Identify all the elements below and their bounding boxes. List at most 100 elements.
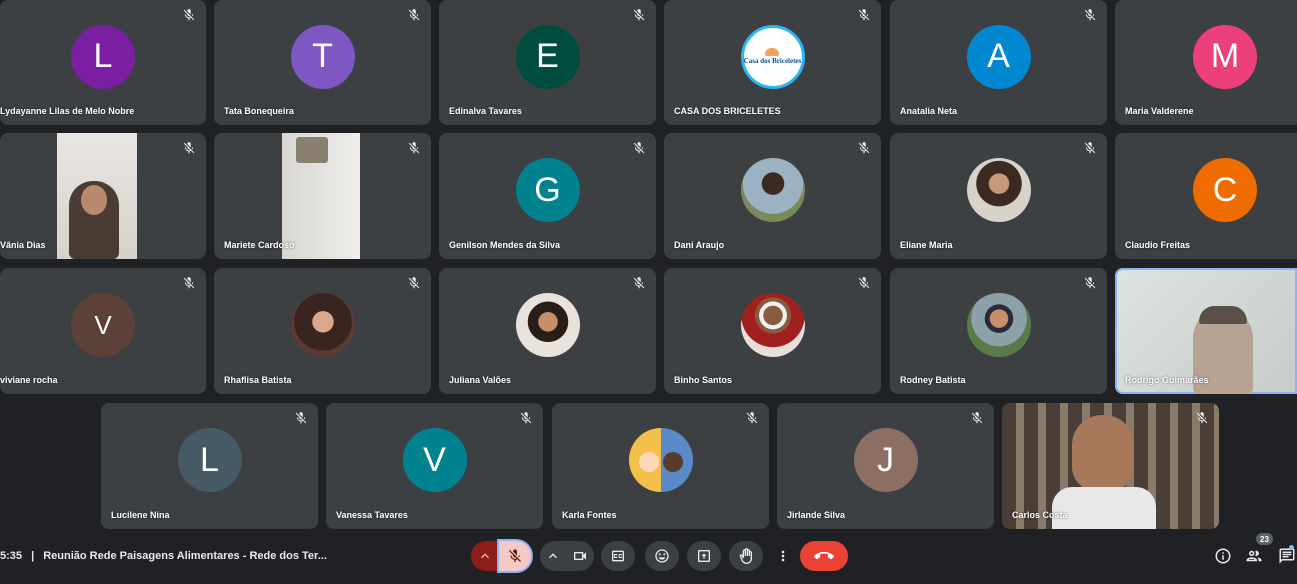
mic-off-icon xyxy=(183,142,195,154)
participant-name: Lydayanne Lilas de Melo Nobre xyxy=(0,106,135,116)
people-count-badge: 23 xyxy=(1256,533,1273,545)
meeting-info: 5:35 | Reunião Rede Paisagens Alimentare… xyxy=(0,550,327,562)
mic-off-icon xyxy=(858,142,870,154)
mic-off-icon xyxy=(1084,9,1096,21)
participant-name: Rhaflisa Batista xyxy=(224,375,292,385)
participant-photo xyxy=(966,158,1031,222)
participant-avatar: L xyxy=(71,24,135,89)
mic-off-icon xyxy=(408,277,420,289)
meeting-separator: | xyxy=(31,550,35,562)
video-camera-icon xyxy=(574,552,586,560)
participant-photo xyxy=(290,293,355,357)
participant-tile[interactable]: A Anatalia Neta xyxy=(890,0,1107,125)
participant-name: Maria Valderene xyxy=(1125,106,1194,116)
mic-off-icon xyxy=(295,412,307,424)
chevron-up-icon xyxy=(549,553,557,559)
raise-hand-button[interactable] xyxy=(729,541,763,571)
mic-off-icon xyxy=(509,549,521,562)
closed-captions-icon xyxy=(612,550,624,562)
reactions-button[interactable] xyxy=(645,541,679,571)
participant-tile[interactable]: Rhaflisa Batista xyxy=(214,268,431,394)
captions-button[interactable] xyxy=(601,541,635,571)
chat-notification-dot xyxy=(1289,545,1294,550)
participant-name: Rodney Batista xyxy=(900,375,966,385)
participant-photo xyxy=(740,158,805,222)
chat-button[interactable] xyxy=(1277,546,1297,566)
present-screen-icon xyxy=(698,550,710,562)
participant-tile[interactable]: Vânia Dias xyxy=(0,133,206,259)
participant-tile[interactable]: Binho Santos xyxy=(664,268,881,394)
participant-name: Dani Araujo xyxy=(674,240,725,250)
participant-photo xyxy=(515,293,580,357)
participant-name: Anatalia Neta xyxy=(900,106,958,116)
participant-tile[interactable]: V viviane rocha xyxy=(0,268,206,394)
mic-off-icon xyxy=(1196,412,1208,424)
participant-tile[interactable]: Casa dos Briceletes CASA DOS BRICELETES xyxy=(664,0,881,125)
camera-toggle-button[interactable] xyxy=(566,541,594,571)
participant-tile[interactable]: Mariete Cardoso xyxy=(214,133,431,259)
participant-tile[interactable]: G Genilson Mendes da Silva xyxy=(439,133,656,259)
participant-name: Juliana Valões xyxy=(449,375,512,385)
meeting-title: Reunião Rede Paisagens Alimentares - Red… xyxy=(43,550,327,562)
participant-tile[interactable]: Eliane Maria xyxy=(890,133,1107,259)
audio-options-button[interactable] xyxy=(471,541,499,571)
mic-off-icon xyxy=(520,412,532,424)
mic-off-icon xyxy=(633,142,645,154)
participant-tile[interactable]: T Tata Bonequeira xyxy=(214,0,431,125)
call-end-icon xyxy=(814,551,834,560)
mic-off-icon xyxy=(746,412,758,424)
more-options-button[interactable] xyxy=(773,541,793,571)
raise-hand-icon xyxy=(739,548,752,564)
participant-name: Lucilene Nina xyxy=(111,510,170,520)
participant-tile[interactable]: V Vanessa Tavares xyxy=(326,403,543,529)
microphone-toggle-button[interactable] xyxy=(499,541,531,571)
participant-avatar: J xyxy=(853,428,918,492)
more-vert-icon xyxy=(781,550,785,562)
participant-avatar: T xyxy=(290,24,355,89)
mic-off-icon xyxy=(971,412,983,424)
leave-call-button[interactable] xyxy=(800,541,848,571)
participant-avatar: L xyxy=(177,428,242,492)
participant-name: Tata Bonequeira xyxy=(224,106,294,116)
participant-tile[interactable]: Rodney Batista xyxy=(890,268,1107,394)
participant-name: Karla Fontes xyxy=(562,510,617,520)
meeting-time: 5:35 xyxy=(0,550,23,562)
participant-name: viviane rocha xyxy=(0,375,58,385)
participant-name: Binho Santos xyxy=(674,375,732,385)
participant-tile-active-speaker[interactable]: Rodrigo Guimarães xyxy=(1115,268,1297,394)
mic-off-icon xyxy=(183,277,195,289)
emoji-icon xyxy=(655,549,669,563)
participant-tile[interactable]: Dani Araujo xyxy=(664,133,881,259)
participant-tile[interactable]: Carlos Costa xyxy=(1002,403,1219,529)
participant-name: Jirlande Silva xyxy=(787,510,846,520)
meeting-details-button[interactable] xyxy=(1213,546,1233,566)
mic-off-icon xyxy=(183,9,195,21)
participant-tile[interactable]: C Claudio Freitas xyxy=(1115,133,1297,259)
info-icon xyxy=(1215,548,1231,564)
participant-tile[interactable]: J Jirlande Silva xyxy=(777,403,994,529)
present-now-button[interactable] xyxy=(687,541,721,571)
participant-tile[interactable]: M Maria Valderene xyxy=(1115,0,1297,125)
participant-tile[interactable]: L Lucilene Nina xyxy=(101,403,318,529)
participant-video-hair xyxy=(1199,306,1247,324)
participant-tile[interactable]: L Lydayanne Lilas de Melo Nobre xyxy=(0,0,206,125)
participant-name: Genilson Mendes da Silva xyxy=(449,240,561,250)
participant-tile[interactable]: E Edinalva Tavares xyxy=(439,0,656,125)
participant-tile[interactable]: Juliana Valões xyxy=(439,268,656,394)
mic-off-icon xyxy=(633,9,645,21)
participant-avatar: G xyxy=(515,158,580,222)
participant-name: Mariete Cardoso xyxy=(224,240,295,250)
people-icon xyxy=(1246,550,1262,562)
chat-icon xyxy=(1279,548,1295,564)
video-options-button[interactable] xyxy=(540,541,566,571)
mic-off-icon xyxy=(1084,277,1096,289)
people-button[interactable] xyxy=(1244,546,1264,566)
participant-name: Edinalva Tavares xyxy=(449,106,522,116)
participant-avatar: V xyxy=(71,293,135,357)
participant-video xyxy=(57,133,137,259)
participant-avatar: C xyxy=(1193,158,1257,222)
participant-name: Vanessa Tavares xyxy=(336,510,408,520)
participant-name: Claudio Freitas xyxy=(1125,240,1191,250)
mic-off-icon xyxy=(858,277,870,289)
participant-tile[interactable]: Karla Fontes xyxy=(552,403,769,529)
